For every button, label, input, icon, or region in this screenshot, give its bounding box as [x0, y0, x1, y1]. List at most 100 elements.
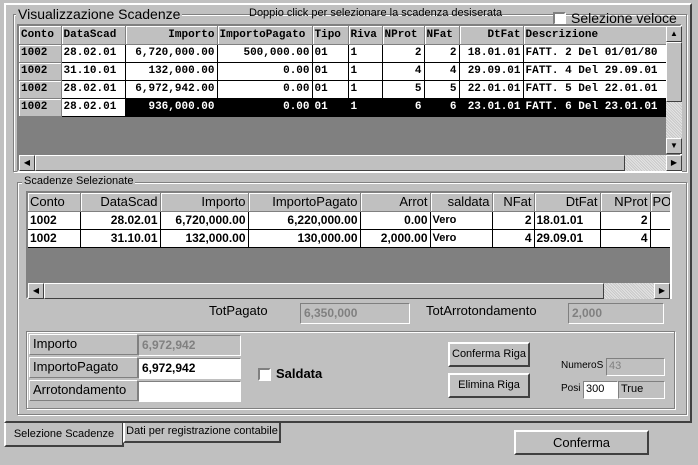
grid2-header[interactable]: Importo [160, 193, 249, 212]
cell-importo: 132,000.00 [125, 62, 218, 81]
cell-importo: 936,000.00 [125, 98, 218, 117]
grid2-row[interactable]: 1002 28.02.01 6,720,000.00 6,220,000.00 0.00… [28, 211, 670, 230]
tab-selezione-scadenze[interactable]: Selezione Scadenze [4, 423, 124, 447]
cell-datascad: 28.02.01 [80, 211, 161, 230]
cell-tipo: 01 [312, 62, 349, 81]
cell-datascad: 31.10.01 [61, 62, 126, 81]
importo-field: 6,972,942 [138, 335, 241, 356]
grid2-row[interactable]: 1002 31.10.01 132,000.00 130,000.00 2,000.00… [28, 229, 670, 248]
grid1-row-selected[interactable]: 1002 28.02.01 936,000.00 0.00 01 1 6 6 23.01.01 F… [19, 98, 680, 117]
cell-nfat: 6 [424, 98, 460, 117]
cell-dtfat: 18.01.01 [534, 211, 601, 230]
grid1-header[interactable]: Descrizione [523, 26, 680, 45]
posi-input[interactable]: 300 [583, 381, 618, 399]
cell-importo: 6,972,942.00 [125, 80, 218, 99]
scroll-up-icon[interactable]: ▲ [666, 26, 682, 42]
grid1-header[interactable]: Conto [19, 26, 62, 45]
cell-conto: 1002 [19, 44, 62, 63]
scroll-thumb[interactable] [35, 155, 625, 171]
top-group-title: Visualizzazione Scadenze [16, 6, 183, 22]
grid2-header[interactable]: ImportoPagato [248, 193, 361, 212]
cell-datascad: 28.02.01 [61, 98, 126, 117]
cell-riva: 1 [348, 80, 383, 99]
cell-dtfat: 23.01.01 [459, 98, 524, 117]
scroll-thumb[interactable] [44, 283, 604, 299]
scroll-left-icon[interactable]: ◀ [28, 283, 44, 299]
tot-pagato-field: 6,350,000 [300, 303, 410, 324]
cell-dtfat: 29.09.01 [534, 229, 601, 248]
cell-importo-pagato: 0.00 [217, 80, 313, 99]
cell-descrizione: FATT. 2 Del 01/01/80 [523, 44, 680, 63]
grid2-header[interactable]: DataScad [80, 193, 161, 212]
scroll-left-icon[interactable]: ◀ [19, 155, 35, 171]
grid1-header[interactable]: Riva [348, 26, 383, 45]
grid2-header[interactable]: PO [650, 193, 670, 212]
cell-descrizione: FATT. 6 Del 23.01.01 [523, 98, 680, 117]
conferma-riga-label: Conferma Riga [452, 348, 526, 360]
grid1-row[interactable]: 1002 31.10.01 132,000.00 0.00 01 1 4 4 29.09.01 F… [19, 62, 680, 81]
arrot-label: Arrotondamento [33, 382, 127, 397]
cell-importo-pagato: 130,000.00 [248, 229, 361, 248]
cell-saldata: Vero [430, 229, 493, 248]
importo-label: Importo [33, 336, 78, 351]
conferma-riga-button[interactable]: Conferma Riga [448, 342, 530, 367]
cell-po: 2 [650, 229, 670, 248]
cell-tipo: 01 [312, 80, 349, 99]
true-field: True [618, 381, 665, 399]
grid2-header[interactable]: Arrot [360, 193, 431, 212]
grid1-container: Conto DataScad Importo ImportoPagato Tip… [17, 24, 682, 172]
cell-po: 1 [650, 211, 670, 230]
cell-saldata: Vero [430, 211, 493, 230]
cell-descrizione: FATT. 5 Del 22.01.01 [523, 80, 680, 99]
cell-dtfat: 29.09.01 [459, 62, 524, 81]
cell-nprot: 4 [382, 62, 425, 81]
grid1-row[interactable]: 1002 28.02.01 6,972,942.00 0.00 01 1 5 5 22.01.0… [19, 80, 680, 99]
cell-importo: 132,000.00 [160, 229, 249, 248]
cell-importo-pagato: 500,000.00 [217, 44, 313, 63]
grid1-header[interactable]: ImportoPagato [217, 26, 313, 45]
grid1-hscroll[interactable]: ◀ ▶ [19, 155, 682, 171]
cell-nfat: 2 [424, 44, 460, 63]
numeros-field: 43 [606, 358, 665, 376]
saldata-label: Saldata [276, 366, 323, 381]
scroll-right-icon[interactable]: ▶ [666, 155, 682, 171]
scroll-down-icon[interactable]: ▼ [666, 138, 682, 154]
conferma-button[interactable]: Conferma [514, 430, 649, 455]
cell-nprot: 6 [382, 98, 425, 117]
cell-conto: 1002 [28, 229, 81, 248]
double-click-hint: Doppio click per selezionare la scadenza… [249, 7, 503, 19]
grid2-hscroll[interactable]: ◀ ▶ [28, 283, 670, 299]
cell-importo-pagato: 6,220,000.00 [248, 211, 361, 230]
importo-pagato-input[interactable]: 6,972,942 [138, 358, 241, 379]
scroll-thumb[interactable] [666, 42, 682, 102]
grid1-header[interactable]: DtFat [459, 26, 524, 45]
grid2-header[interactable]: Conto [28, 193, 81, 212]
grid2-table: Conto DataScad Importo ImportoPagato Arr… [28, 193, 670, 248]
grid1-header[interactable]: Tipo [312, 26, 349, 45]
grid2-header[interactable]: saldata [430, 193, 493, 212]
grid2-header[interactable]: NFat [492, 193, 535, 212]
grid1-header[interactable]: NFat [424, 26, 460, 45]
grid2-header[interactable]: NProt [600, 193, 651, 212]
cell-conto: 1002 [19, 62, 62, 81]
tot-pagato-label: TotPagato [209, 303, 268, 318]
grid1-row[interactable]: 1002 28.02.01 6,720,000.00 500,000.00 01 1 2 2 1… [19, 44, 680, 63]
tab-dati-registrazione[interactable]: Dati per registrazione contabile [123, 423, 281, 443]
grid1-header-row: Conto DataScad Importo ImportoPagato Tip… [19, 26, 680, 45]
saldata-checkbox[interactable] [258, 368, 271, 381]
grid1-vscroll[interactable]: ▲ ▼ [666, 26, 682, 154]
grid2-header[interactable]: DtFat [534, 193, 601, 212]
cell-conto: 1002 [28, 211, 81, 230]
arrot-input[interactable] [138, 381, 241, 402]
elimina-riga-button[interactable]: Elimina Riga [448, 373, 530, 398]
grid1-header[interactable]: DataScad [61, 26, 126, 45]
conferma-label: Conferma [552, 435, 611, 450]
cell-riva: 1 [348, 62, 383, 81]
tab-label: Dati per registrazione contabile [126, 425, 278, 437]
cell-nprot: 2 [600, 211, 651, 230]
importo-pagato-label: ImportoPagato [33, 359, 119, 374]
cell-descrizione: FATT. 4 Del 29.09.01 [523, 62, 680, 81]
grid1-header[interactable]: Importo [125, 26, 218, 45]
scroll-right-icon[interactable]: ▶ [654, 283, 670, 299]
grid1-header[interactable]: NProt [382, 26, 425, 45]
